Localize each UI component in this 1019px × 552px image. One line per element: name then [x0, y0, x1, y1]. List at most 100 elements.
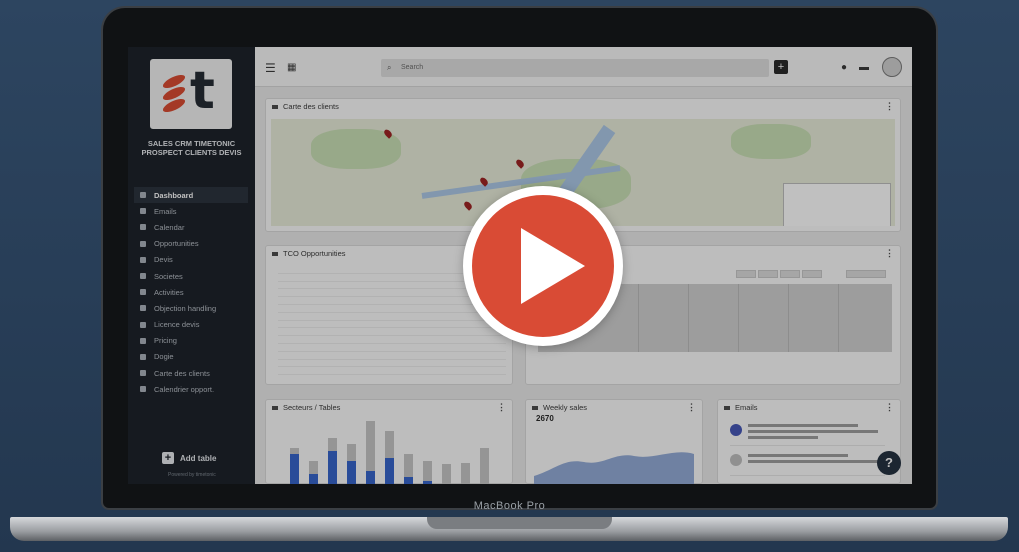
nav-icon	[140, 240, 146, 247]
sidebar-item-label: Dashboard	[154, 190, 194, 200]
nav-icon	[140, 321, 146, 328]
table-row[interactable]	[278, 321, 506, 329]
sectors-card-title: Secteurs / Tables	[272, 403, 340, 412]
bell-icon[interactable]: ●	[841, 62, 847, 74]
laptop-notch	[427, 517, 612, 529]
nav-icon	[140, 386, 146, 393]
email-item[interactable]	[730, 450, 885, 476]
sidebar-item-label: Calendar	[154, 222, 185, 232]
avatar	[730, 454, 742, 466]
map-card-title: Carte des clients	[272, 102, 339, 111]
sidebar-item-label: Objection handling	[154, 303, 217, 313]
sidebar-footer: Powered by timetonic	[168, 472, 216, 478]
sidebar: t SALES CRM TIMETONIC PROSPECT CLIENTS D…	[128, 47, 255, 484]
cal-view-button[interactable]	[758, 270, 778, 278]
card-icon	[272, 104, 278, 109]
sectors-chart	[290, 418, 500, 484]
map-pin[interactable]	[462, 200, 474, 211]
grid-icon[interactable]: ▦	[287, 62, 296, 74]
nav-icon	[140, 224, 146, 231]
nav-icon	[140, 337, 146, 344]
avatar[interactable]	[882, 57, 902, 77]
email-item[interactable]	[730, 420, 885, 446]
sidebar-item-calendar[interactable]: Calendar	[134, 219, 248, 235]
sidebar-item-objection-handling[interactable]: Objection handling	[134, 300, 248, 316]
nav-icon	[140, 192, 146, 199]
table-row[interactable]	[278, 344, 506, 352]
table-row[interactable]	[278, 367, 506, 376]
opportunities-card-title: TCO Opportunities	[272, 249, 346, 258]
cal-view-button[interactable]	[736, 270, 756, 278]
sidebar-item-carte-des-clients[interactable]: Carte des clients	[134, 365, 248, 381]
emails-card-title: Emails	[724, 403, 758, 412]
table-row[interactable]	[278, 336, 506, 344]
play-icon	[521, 228, 585, 304]
sidebar-item-devis[interactable]: Devis	[134, 252, 248, 268]
bar-gray	[480, 447, 489, 484]
more-icon[interactable]: ⋮	[885, 248, 894, 259]
nav-icon	[140, 256, 146, 263]
more-icon[interactable]: ⋮	[497, 402, 506, 413]
nav-icon	[140, 370, 146, 377]
topbar: ☰ ▦ ⌕ Search + ● ▬	[255, 47, 912, 87]
sidebar-item-label: Emails	[154, 206, 177, 216]
bar-blue	[385, 457, 394, 484]
plus-icon: +	[162, 452, 174, 464]
bar-blue	[290, 454, 299, 484]
search-input[interactable]: ⌕ Search	[381, 59, 769, 77]
sidebar-item-label: Dogie	[154, 352, 174, 362]
table-row[interactable]	[278, 305, 506, 313]
nav-icon	[140, 353, 146, 360]
sidebar-item-licence-devis[interactable]: Licence devis	[134, 317, 248, 333]
cal-filter-button[interactable]	[846, 270, 886, 278]
sidebar-nav: Dashboard Emails Calendar Opportunities Devi…	[134, 187, 248, 397]
chat-icon[interactable]: ▬	[859, 62, 869, 74]
add-button[interactable]: +	[774, 60, 788, 74]
sidebar-item-label: Activities	[154, 287, 184, 297]
add-table-label: Add table	[180, 453, 217, 463]
emails-card: Emails ⋮	[717, 399, 901, 484]
sidebar-item-dashboard[interactable]: Dashboard	[134, 187, 248, 204]
logo-letter: t	[190, 61, 215, 121]
sidebar-item-societes[interactable]: Societes	[134, 268, 248, 284]
weekly-sales-card: Weekly sales ⋮ 2670	[525, 399, 703, 484]
bar-blue	[404, 477, 413, 484]
sidebar-item-label: Calendrier opport.	[154, 384, 215, 394]
nav-icon	[140, 273, 146, 280]
sidebar-item-opportunities[interactable]: Opportunities	[134, 236, 248, 252]
weekly-sales-value: 2670	[536, 414, 554, 423]
weekly-sales-title: Weekly sales	[532, 403, 587, 412]
sidebar-item-dogie[interactable]: Dogie	[134, 349, 248, 365]
help-button[interactable]: ?	[877, 451, 901, 475]
sidebar-item-calendrier-opport[interactable]: Calendrier opport.	[134, 381, 248, 397]
table-row[interactable]	[278, 313, 506, 321]
play-video-button[interactable]	[463, 186, 623, 346]
more-icon[interactable]: ⋮	[885, 101, 894, 112]
table-row[interactable]	[278, 352, 506, 360]
map-legend	[783, 183, 891, 226]
cal-view-button[interactable]	[780, 270, 800, 278]
sidebar-item-label: Carte des clients	[154, 368, 210, 378]
sidebar-item-emails[interactable]: Emails	[134, 203, 248, 219]
menu-icon[interactable]: ☰	[265, 62, 276, 74]
sidebar-item-label: Opportunities	[154, 239, 199, 249]
timetonic-logo: t	[150, 59, 232, 129]
table-row[interactable]	[278, 328, 506, 337]
card-icon	[532, 405, 538, 410]
add-table-button[interactable]: + Add table	[162, 452, 216, 464]
bar-blue	[309, 474, 318, 484]
nav-icon	[140, 208, 146, 215]
sidebar-item-activities[interactable]: Activities	[134, 284, 248, 300]
more-icon[interactable]: ⋮	[687, 402, 696, 413]
sectors-card: Secteurs / Tables ⋮	[265, 399, 513, 484]
more-icon[interactable]: ⋮	[885, 402, 894, 413]
table-row[interactable]	[278, 360, 506, 368]
card-icon	[272, 405, 278, 410]
avatar	[730, 424, 742, 436]
sidebar-item-label: Societes	[154, 271, 183, 281]
map-pin[interactable]	[514, 158, 526, 169]
cal-view-button[interactable]	[802, 270, 822, 278]
device-label: MacBook Pro	[473, 500, 546, 512]
sidebar-item-pricing[interactable]: Pricing	[134, 333, 248, 349]
search-icon: ⌕	[387, 63, 392, 72]
